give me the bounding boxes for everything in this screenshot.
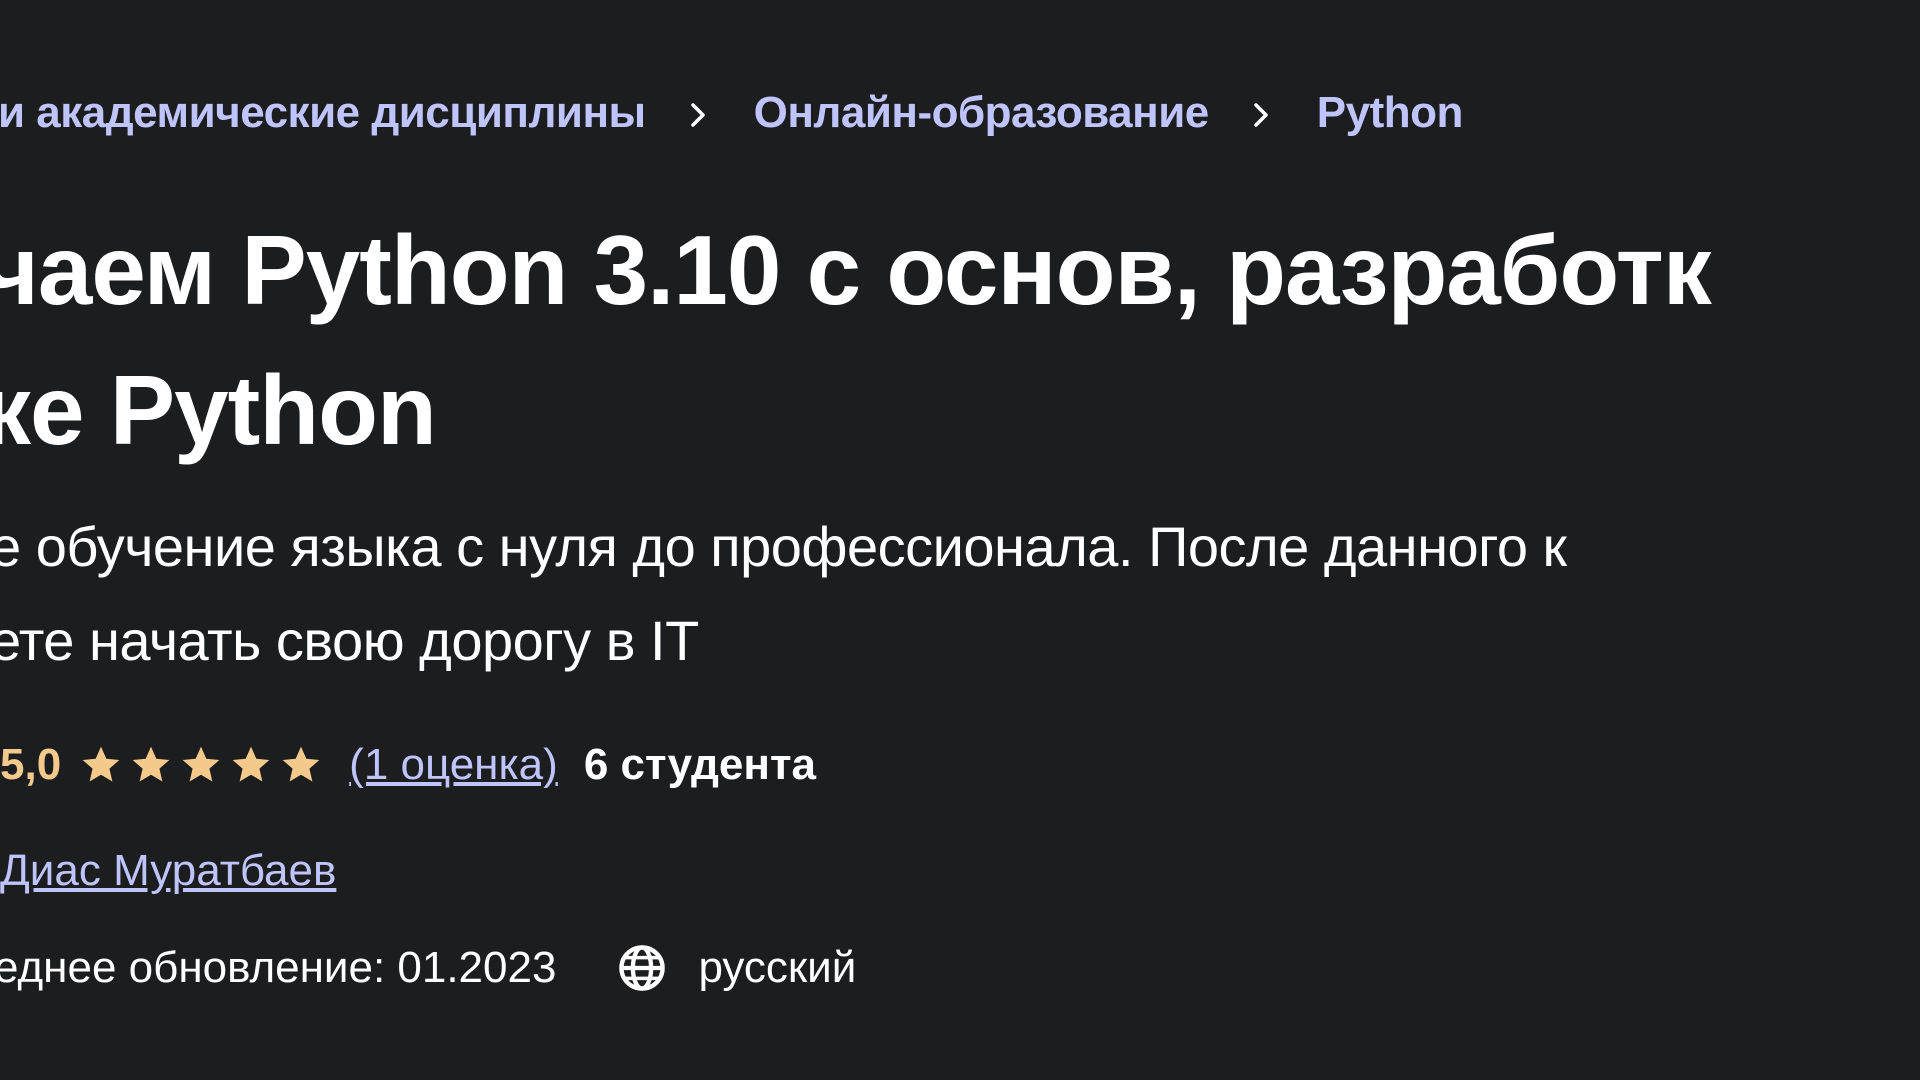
star-icon (82, 746, 120, 782)
meta-row: еднее обновление: 01.2023 русский (0, 942, 856, 994)
breadcrumb-item-academic-disciplines[interactable]: и академические дисциплины (0, 88, 646, 138)
course-title-line: чаем Python 3.10 с основ, разработк (0, 215, 1712, 325)
chevron-right-icon (1247, 91, 1275, 135)
star-icon (182, 746, 220, 782)
breadcrumb-item-online-education[interactable]: Онлайн-образование (754, 88, 1210, 138)
star-icon (232, 746, 270, 782)
author-row: Диас Муратбаев (0, 846, 336, 896)
course-subtitle-line: е обучение языка с нуля до профессионала… (0, 515, 1567, 578)
last-updated: еднее обновление: 01.2023 (0, 943, 557, 992)
star-icon (132, 746, 170, 782)
course-language: русский (698, 943, 857, 992)
breadcrumb-item-python[interactable]: Python (1317, 88, 1464, 138)
rating-value: 5,0 (0, 740, 62, 789)
rating-stars (79, 743, 329, 787)
globe-icon (619, 945, 666, 991)
course-subtitle: е обучение языка с нуля до профессионала… (0, 500, 1567, 688)
author-link[interactable]: Диас Муратбаев (0, 846, 336, 895)
breadcrumb: и академические дисциплины Онлайн-образо… (0, 88, 1463, 138)
star-icon (282, 746, 320, 782)
course-title: чаем Python 3.10 с основ, разработк ке P… (0, 200, 1920, 480)
rating-row: 5,0 (1 оценка) 6 студента (0, 740, 816, 790)
students-count: 6 студента (583, 740, 816, 789)
course-subtitle-line: ете начать свою дорогу в IT (0, 609, 699, 672)
chevron-right-icon (684, 91, 712, 135)
course-title-line: ке Python (0, 355, 437, 465)
rating-count-link[interactable]: (1 оценка) (349, 740, 558, 790)
